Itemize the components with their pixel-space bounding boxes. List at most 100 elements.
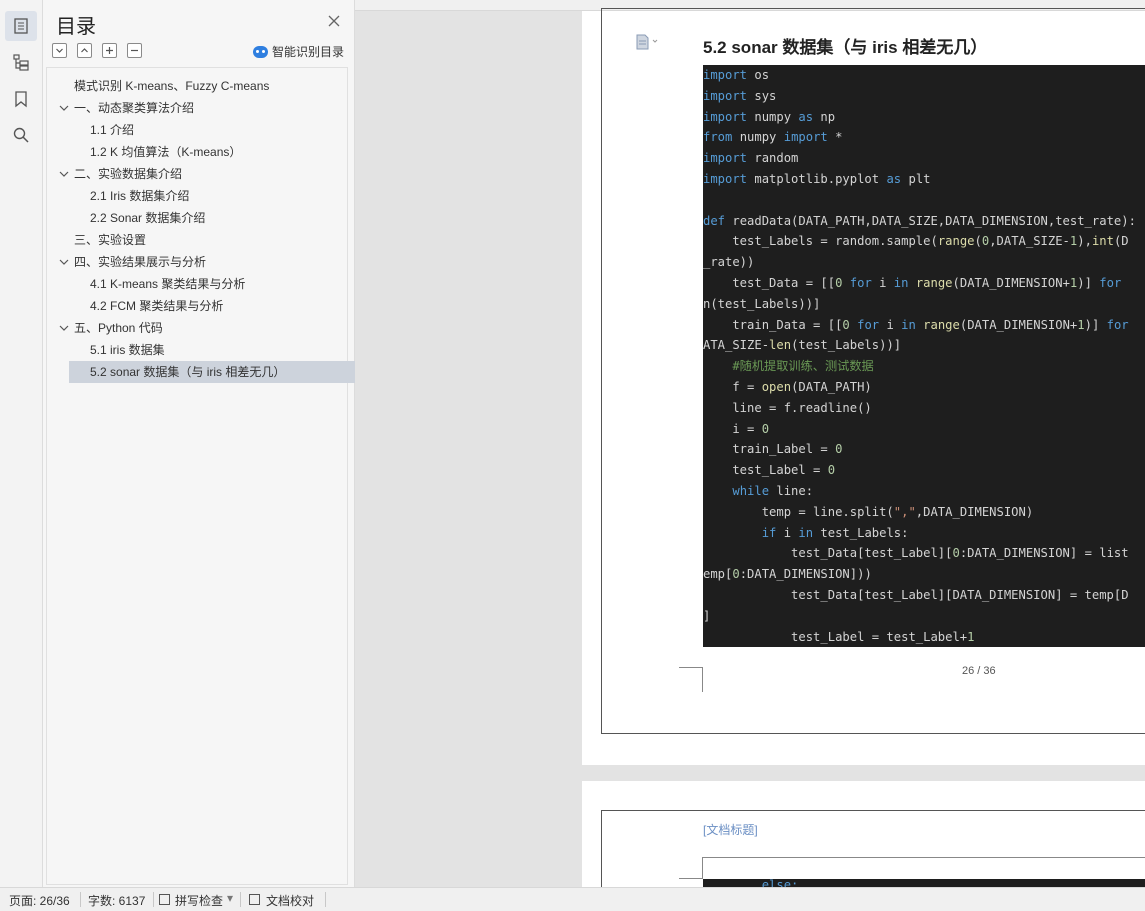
chevron-up-icon <box>81 48 88 53</box>
code-line: import random <box>703 151 799 166</box>
code-line: import os <box>703 68 770 82</box>
toc-item[interactable]: 模式识别 K-means、Fuzzy C-means <box>74 75 269 97</box>
code-line: if i in test_Labels: <box>761 525 909 540</box>
expand-level-button[interactable] <box>77 43 92 58</box>
code-line: ATA_SIZE-len(test_Labels))] <box>703 338 902 353</box>
word-count[interactable]: 字数: 6137 <box>88 892 145 909</box>
code-line: test_Labels = random.sample(range(0,DATA… <box>703 234 1129 249</box>
toc-item[interactable]: 一、动态聚类算法介绍 <box>74 97 194 119</box>
toc-item-label: 四、实验结果展示与分析 <box>74 255 207 269</box>
toc-item[interactable]: 二、实验数据集介绍 <box>74 163 182 185</box>
toc-item-label: 2.2 Sonar 数据集介绍 <box>90 211 206 225</box>
chevron-down-icon[interactable] <box>59 323 69 333</box>
sidebar-rail <box>0 0 43 887</box>
doc-title-placeholder[interactable]: [文档标题] <box>703 821 758 838</box>
chevron-down-icon[interactable]: ▾ <box>227 891 233 905</box>
toc-item[interactable]: 4.2 FCM 聚类结果与分析 <box>90 295 223 317</box>
plus-icon <box>106 47 113 54</box>
code-line: test_Data = [[0 for i in range(DATA_DIME… <box>703 276 1122 290</box>
toc-item-label: 5.2 sonar 数据集（与 iris 相差无几） <box>90 365 286 379</box>
header-rule <box>702 857 1145 858</box>
toc-item[interactable]: 2.1 Iris 数据集介绍 <box>90 185 189 207</box>
toc-item[interactable]: 三、实验设置 <box>74 229 146 251</box>
code-line: train_Data = [[0 for i in range(DATA_DIM… <box>703 317 1129 332</box>
toc-toolbar <box>52 43 142 58</box>
chevron-down-icon[interactable] <box>59 257 69 267</box>
code-line: test_Data[test_Label][DATA_DIMENSION] = … <box>703 588 1129 602</box>
toc-item[interactable]: 1.1 介绍 <box>90 119 134 141</box>
remove-heading-button[interactable] <box>127 43 142 58</box>
spell-check-icon <box>159 894 170 905</box>
code-line: else: <box>703 879 799 887</box>
chevron-down-icon[interactable] <box>59 169 69 179</box>
toc-title: 目录 <box>56 16 96 38</box>
smart-toc-button[interactable]: 智能识别目录 <box>253 43 344 60</box>
spell-check-button[interactable]: 拼写检查 <box>175 892 223 909</box>
corner-mark <box>679 858 703 879</box>
corner-mark <box>679 667 703 692</box>
toc-item[interactable]: 四、实验结果展示与分析 <box>74 251 206 273</box>
code-line: while line: <box>732 484 814 498</box>
code-line: test_Label = test_Label+1 <box>703 629 975 644</box>
minus-icon <box>131 49 138 52</box>
close-icon[interactable] <box>327 14 341 28</box>
robot-icon <box>253 45 268 58</box>
toc-item-label: 模式识别 K-means、Fuzzy C-means <box>74 79 270 93</box>
code-line: _rate)) <box>703 255 755 270</box>
code-line: ] <box>703 608 711 623</box>
document-icon[interactable] <box>636 34 658 50</box>
divider <box>240 892 241 907</box>
add-heading-button[interactable] <box>102 43 117 58</box>
page-number: 26 / 36 <box>962 665 996 677</box>
section-heading: 5.2 sonar 数据集（与 iris 相差无几） <box>703 38 988 57</box>
toc-item[interactable]: 4.1 K-means 聚类结果与分析 <box>90 273 245 295</box>
toc-item-label: 五、Python 代码 <box>74 321 163 335</box>
code-line: import sys <box>703 88 777 103</box>
status-bar: 页面: 26/36 字数: 6137 拼写检查 ▾ 文档校对 <box>0 887 1145 911</box>
code-line: test_Label = 0 <box>703 463 836 478</box>
code-line: from numpy import * <box>703 130 843 145</box>
code-line: import numpy as np <box>703 109 836 124</box>
toc-icon[interactable] <box>5 11 37 41</box>
doc-proof-button[interactable]: 文档校对 <box>266 892 314 909</box>
proofread-icon <box>249 894 260 905</box>
toc-item[interactable]: 五、Python 代码 <box>74 317 163 339</box>
toc-item-label: 一、动态聚类算法介绍 <box>74 101 195 115</box>
code-line: i = 0 <box>703 421 770 436</box>
code-line: temp = line.split(",",DATA_DIMENSION) <box>703 504 1034 519</box>
code-line: n(test_Labels))] <box>703 296 821 311</box>
code-block: import os import sys import numpy as np fro… <box>703 65 1145 647</box>
code-line: emp[0:DATA_DIMENSION])) <box>703 567 872 582</box>
divider <box>325 892 326 907</box>
toc-item-selected[interactable]: 5.2 sonar 数据集（与 iris 相差无几） <box>69 361 361 383</box>
toc-item-label: 4.1 K-means 聚类结果与分析 <box>90 277 246 291</box>
next-page-code-block: else: <box>703 879 1145 887</box>
code-keyword: else: <box>703 879 799 887</box>
toc-item-label: 三、实验设置 <box>74 233 147 247</box>
chevron-down-icon <box>56 48 63 53</box>
toc-item-label: 5.1 iris 数据集 <box>90 343 165 357</box>
search-icon[interactable] <box>5 120 37 150</box>
code-line: #随机提取训练、测试数据 <box>703 359 874 374</box>
code-line: test_Data[test_Label][0:DATA_DIMENSION] … <box>703 546 1129 561</box>
code-line: def readData(DATA_PATH,DATA_SIZE,DATA_DI… <box>703 213 1136 228</box>
toc-item-label: 1.1 介绍 <box>90 123 135 137</box>
outline-tree-icon[interactable] <box>5 47 37 77</box>
chevron-down-icon[interactable] <box>59 103 69 113</box>
smart-toc-label: 智能识别目录 <box>272 45 345 59</box>
toc-list: 模式识别 K-means、Fuzzy C-means 一、动态聚类算法介绍 1.1 … <box>46 67 361 885</box>
bookmark-icon[interactable] <box>5 84 37 114</box>
toc-item[interactable]: 5.1 iris 数据集 <box>90 339 165 361</box>
code-line: import matplotlib.pyplot as plt <box>703 172 931 186</box>
code-line: f = open(DATA_PATH) <box>703 380 872 394</box>
toc-panel: 目录 智能识别目录 模式识别 K-means、Fuzzy C-means 一、动态… <box>43 0 361 887</box>
toc-item-label: 1.2 K 均值算法（K-means） <box>90 145 242 159</box>
divider <box>80 892 81 907</box>
page-indicator[interactable]: 页面: 26/36 <box>9 892 70 909</box>
code-line: train_Label = 0 <box>703 442 843 457</box>
toc-item[interactable]: 2.2 Sonar 数据集介绍 <box>90 207 205 229</box>
toc-item-label: 二、实验数据集介绍 <box>74 167 183 181</box>
toc-item-label: 2.1 Iris 数据集介绍 <box>90 189 190 203</box>
collapse-level-button[interactable] <box>52 43 67 58</box>
toc-item[interactable]: 1.2 K 均值算法（K-means） <box>90 141 241 163</box>
